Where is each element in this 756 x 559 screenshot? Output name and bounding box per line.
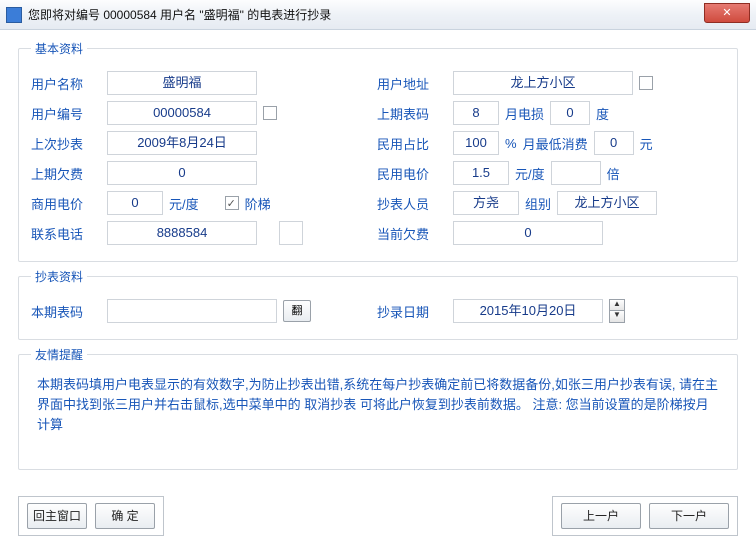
window-title: 您即将对编号 00000584 用户名 "盛明福" 的电表进行抄录: [28, 6, 331, 23]
label-phone: 联系电话: [31, 224, 101, 243]
date-stepper[interactable]: ▲ ▼: [609, 299, 625, 323]
field-min-cons[interactable]: 0: [594, 131, 634, 155]
back-main-button[interactable]: 回主窗口: [27, 503, 87, 529]
label-user-no: 用户编号: [31, 104, 101, 123]
label-last-read: 上次抄表: [31, 134, 101, 153]
field-user-addr[interactable]: 龙上方小区: [453, 71, 633, 95]
checkbox-ladder[interactable]: [225, 196, 239, 210]
field-last-read[interactable]: 2009年8月24日: [107, 131, 257, 155]
stepper-down-icon[interactable]: ▼: [609, 311, 625, 323]
field-reader[interactable]: 方尧: [453, 191, 519, 215]
group-basic: 基本资料 用户名称 盛明福 用户地址 龙上方小区 用户编号 00000584 上…: [18, 40, 738, 262]
unit-yuan-per-du-2: 元/度: [169, 194, 199, 213]
close-button[interactable]: ✕: [704, 3, 750, 23]
field-res-price[interactable]: 1.5: [453, 161, 509, 185]
label-reader: 抄表人员: [377, 194, 447, 213]
checkbox-userno[interactable]: [263, 106, 277, 120]
label-res-price: 民用电价: [377, 164, 447, 183]
field-user-no[interactable]: 00000584: [107, 101, 257, 125]
label-month-loss: 月电损: [505, 104, 544, 123]
next-user-button[interactable]: 下一户: [649, 503, 729, 529]
group-reading: 抄表资料 本期表码 翻 抄录日期 2015年10月20日 ▲ ▼: [18, 268, 738, 340]
field-cur-owe[interactable]: 0: [453, 221, 603, 245]
label-prev-owe: 上期欠费: [31, 164, 101, 183]
label-prev-code: 上期表码: [377, 104, 447, 123]
field-prev-owe[interactable]: 0: [107, 161, 257, 185]
aux-square[interactable]: [279, 221, 303, 245]
app-icon: [6, 7, 22, 23]
unit-pct: %: [505, 136, 517, 151]
label-cur-code: 本期表码: [31, 302, 101, 321]
unit-yuan-per-du-1: 元/度: [515, 164, 545, 183]
label-res-ratio: 民用占比: [377, 134, 447, 153]
group-basic-legend: 基本资料: [31, 40, 87, 57]
label-ladder: 阶梯: [245, 194, 271, 213]
label-com-price: 商用电价: [31, 194, 101, 213]
label-cur-owe: 当前欠费: [377, 224, 447, 243]
unit-yuan-1: 元: [640, 134, 653, 153]
group-reminder: 友情提醒 本期表码填用户电表显示的有效数字,为防止抄表出错,系统在每户抄表确定前…: [18, 346, 738, 470]
flip-button[interactable]: 翻: [283, 300, 311, 322]
field-read-date[interactable]: 2015年10月20日: [453, 299, 603, 323]
group-reminder-legend: 友情提醒: [31, 346, 87, 363]
unit-du-1: 度: [596, 104, 609, 123]
field-res-ratio[interactable]: 100: [453, 131, 499, 155]
field-phone[interactable]: 8888584: [107, 221, 257, 245]
field-prev-code[interactable]: 8: [453, 101, 499, 125]
titlebar: 您即将对编号 00000584 用户名 "盛明福" 的电表进行抄录 ✕: [0, 0, 756, 30]
field-user-name[interactable]: 盛明福: [107, 71, 257, 95]
field-times[interactable]: [551, 161, 601, 185]
field-group[interactable]: 龙上方小区: [557, 191, 657, 215]
field-com-price[interactable]: 0: [107, 191, 163, 215]
checkbox-addr[interactable]: [639, 76, 653, 90]
field-cur-code[interactable]: [107, 299, 277, 323]
label-group: 组别: [525, 194, 551, 213]
button-group-left: 回主窗口 确 定: [18, 496, 164, 536]
label-user-name: 用户名称: [31, 74, 101, 93]
prev-user-button[interactable]: 上一户: [561, 503, 641, 529]
confirm-button[interactable]: 确 定: [95, 503, 155, 529]
unit-times: 倍: [607, 164, 620, 183]
label-user-addr: 用户地址: [377, 74, 447, 93]
label-min-cons: 月最低消费: [523, 134, 588, 153]
reminder-text: 本期表码填用户电表显示的有效数字,为防止抄表出错,系统在每户抄表确定前已将数据备…: [31, 371, 725, 459]
field-month-loss[interactable]: 0: [550, 101, 590, 125]
button-group-right: 上一户 下一户: [552, 496, 738, 536]
group-reading-legend: 抄表资料: [31, 268, 87, 285]
label-read-date: 抄录日期: [377, 302, 447, 321]
